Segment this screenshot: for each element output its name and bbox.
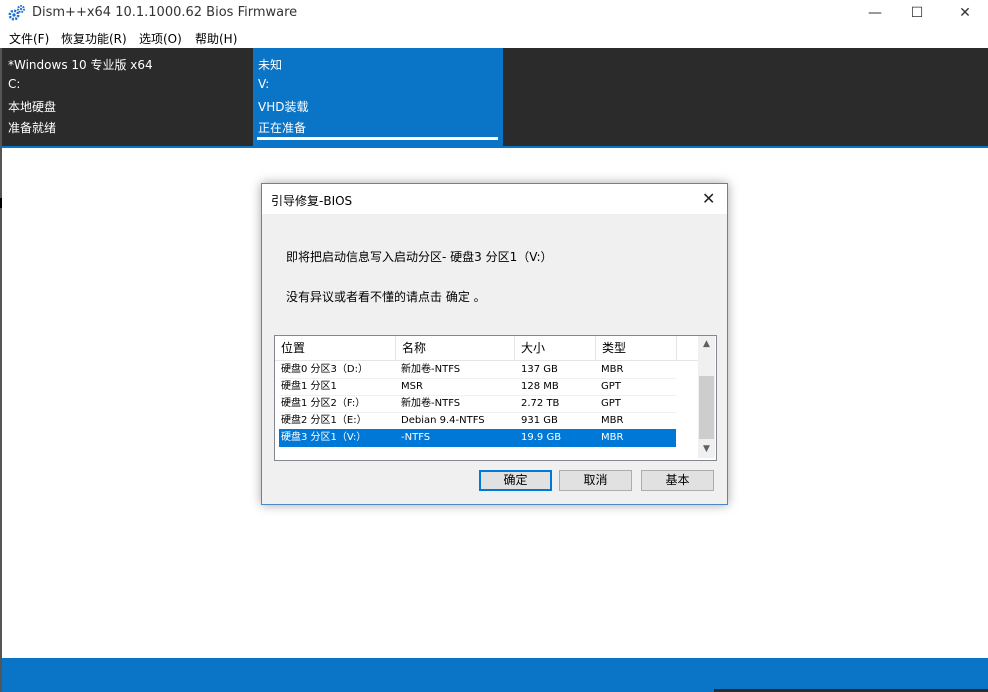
table-row-selected[interactable]: 硬盘3 分区1（V:） -NTFS 19.9 GB MBR (279, 429, 676, 447)
scroll-down-icon[interactable]: ▼ (698, 441, 715, 458)
column-name[interactable]: 名称 (396, 336, 515, 360)
cell-name: 新加卷-NTFS (401, 398, 461, 409)
session-progress-bar (257, 137, 498, 140)
minimize-button[interactable]: — (852, 0, 898, 26)
menu-options[interactable]: 选项(O) (139, 30, 182, 47)
list-header: 位置 名称 大小 类型 (275, 336, 698, 361)
status-bar (2, 658, 988, 692)
cell-size: 137 GB (521, 364, 558, 375)
cell-location: 硬盘1 分区2（F:） (281, 398, 366, 409)
table-row[interactable]: 硬盘2 分区1（E:） Debian 9.4-NTFS 931 GB MBR (279, 412, 676, 430)
scroll-thumb[interactable] (699, 376, 714, 439)
cell-type: MBR (601, 415, 624, 426)
edge-marker (0, 198, 2, 208)
cancel-button[interactable]: 取消 (559, 470, 632, 491)
menu-bar: 文件(F) 恢复功能(R) 选项(O) 帮助(H) (0, 27, 988, 48)
session-panel: *Windows 10 专业版 x64 C: 本地硬盘 准备就绪 未知 V: V… (2, 48, 988, 146)
cell-location: 硬盘3 分区1（V:） (281, 432, 367, 443)
menu-file[interactable]: 文件(F) (9, 30, 49, 47)
partition-list[interactable]: 位置 名称 大小 类型 硬盘0 分区3（D:） 新加卷-NTFS 137 GB … (274, 335, 717, 461)
table-row[interactable]: 硬盘0 分区3（D:） 新加卷-NTFS 137 GB MBR (279, 361, 676, 379)
table-row[interactable]: 硬盘1 分区1 MSR 128 MB GPT (279, 378, 676, 396)
menu-help[interactable]: 帮助(H) (195, 30, 237, 47)
accent-divider (2, 146, 988, 148)
column-type[interactable]: 类型 (596, 336, 677, 360)
cell-location: 硬盘0 分区3（D:） (281, 364, 368, 375)
session-selected[interactable]: 未知 V: VHD装载 正在准备 (253, 48, 503, 146)
title-bar: Dism++x64 10.1.1000.62 Bios Firmware — ☐… (0, 0, 988, 26)
scroll-up-icon[interactable]: ▲ (698, 336, 715, 353)
dialog-title-bar: 引导修复-BIOS ✕ (262, 184, 727, 214)
cell-size: 2.72 TB (521, 398, 560, 409)
menu-restore[interactable]: 恢复功能(R) (61, 30, 127, 47)
vertical-scrollbar[interactable]: ▲ ▼ (698, 336, 715, 458)
session-status: 正在准备 (258, 121, 307, 135)
dialog-hint: 没有异议或者看不懂的请点击 确定 。 (286, 290, 486, 304)
maximize-button[interactable]: ☐ (894, 0, 940, 26)
cell-size: 19.9 GB (521, 432, 562, 443)
session-name: 未知 (258, 58, 283, 72)
close-button[interactable]: ✕ (942, 0, 988, 26)
dialog-close-icon[interactable]: ✕ (702, 189, 715, 208)
table-row[interactable]: 硬盘1 分区2（F:） 新加卷-NTFS 2.72 TB GPT (279, 395, 676, 413)
column-size[interactable]: 大小 (515, 336, 596, 360)
cell-name: Debian 9.4-NTFS (401, 415, 485, 426)
session-type: VHD装载 (258, 100, 309, 114)
cell-name: -NTFS (401, 432, 431, 443)
session-current[interactable]: *Windows 10 专业版 x64 C: 本地硬盘 准备就绪 (2, 48, 252, 146)
left-edge (0, 48, 2, 692)
cell-name: 新加卷-NTFS (401, 364, 461, 375)
dialog-message: 即将把启动信息写入启动分区- 硬盘3 分区1（V:） (286, 250, 553, 264)
cell-type: GPT (601, 398, 621, 409)
session-drive: V: (258, 77, 270, 91)
ok-button[interactable]: 确定 (479, 470, 552, 491)
cell-location: 硬盘1 分区1 (281, 381, 337, 392)
cell-type: MBR (601, 364, 624, 375)
session-drive: C: (8, 77, 21, 91)
session-type: 本地硬盘 (8, 100, 57, 114)
cell-size: 931 GB (521, 415, 558, 426)
gear-icon (8, 5, 25, 21)
dialog-title: 引导修复-BIOS (271, 194, 353, 208)
cell-type: GPT (601, 381, 621, 392)
boot-repair-dialog: 引导修复-BIOS ✕ 即将把启动信息写入启动分区- 硬盘3 分区1（V:） 没… (261, 183, 728, 505)
session-name: *Windows 10 专业版 x64 (8, 58, 153, 72)
cell-location: 硬盘2 分区1（E:） (281, 415, 367, 426)
cell-size: 128 MB (521, 381, 559, 392)
window-title: Dism++x64 10.1.1000.62 Bios Firmware (32, 5, 298, 20)
session-status: 准备就绪 (8, 121, 57, 135)
column-location[interactable]: 位置 (275, 336, 396, 360)
cell-type: MBR (601, 432, 624, 443)
cell-name: MSR (401, 381, 423, 392)
basic-button[interactable]: 基本 (641, 470, 714, 491)
